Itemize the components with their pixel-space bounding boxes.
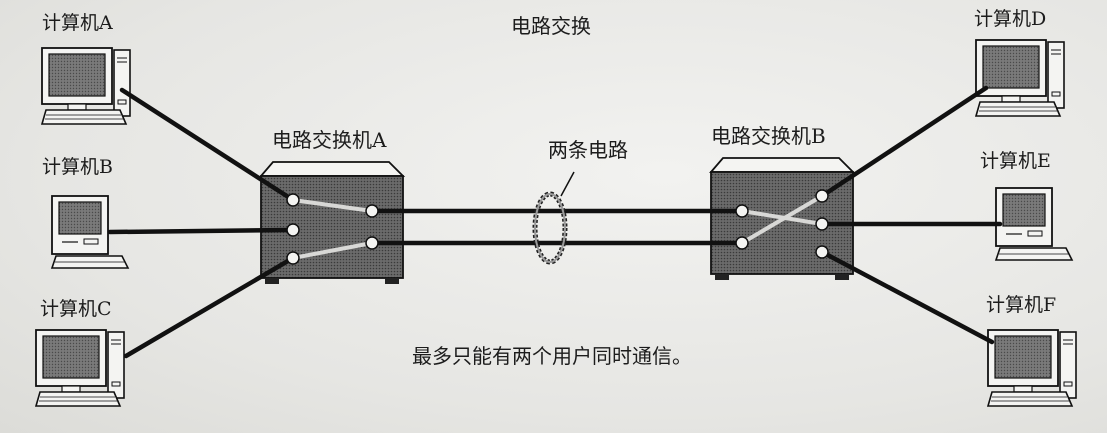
circuit-bundle-marker (532, 191, 568, 265)
switch-b-label: 电路交换机B (711, 124, 826, 148)
circuits-label: 两条电路 (548, 138, 628, 162)
computer-d-icon (975, 39, 1065, 117)
computer-e-icon (995, 187, 1073, 261)
diagram-stage: 计算机A 计算机B 计算机C 计算机D 计算机E 计算机F 电路交换 电路交换机… (0, 0, 1107, 433)
computer-c-label: 计算机C (40, 298, 112, 320)
computer-b-label: 计算机B (42, 156, 113, 178)
computer-f-label: 计算机F (986, 294, 1057, 316)
computer-a-label: 计算机A (42, 12, 113, 34)
network-diagram (35, 39, 1077, 407)
diagram-caption: 最多只能有两个用户同时通信。 (412, 344, 692, 368)
computer-c-icon (35, 329, 125, 407)
switch-a-label: 电路交换机A (272, 128, 387, 152)
circuits-label-leader (560, 171, 575, 197)
trunk-circuits (369, 208, 745, 246)
computer-a-icon (41, 47, 131, 125)
computer-f-icon (987, 329, 1077, 407)
diagram-title: 电路交换 (511, 14, 591, 38)
computer-e-label: 计算机E (980, 150, 1051, 172)
computer-d-label: 计算机D (974, 8, 1047, 30)
